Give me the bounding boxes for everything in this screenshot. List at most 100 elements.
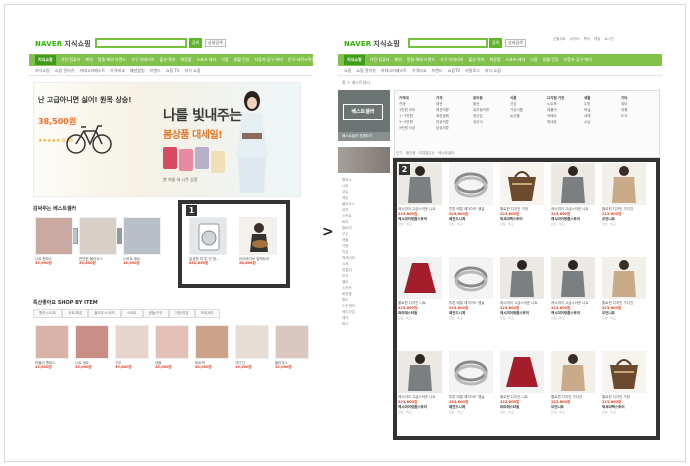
filter-option[interactable]: 남성의류 bbox=[436, 125, 449, 131]
product-card[interactable]: 스커트 세트 18,900원 bbox=[123, 217, 161, 266]
filter-option[interactable]: 5만원 이상 bbox=[399, 125, 415, 131]
nav-item[interactable]: 식품 bbox=[530, 57, 537, 63]
detail-search-button[interactable]: 상세검색 bbox=[205, 39, 226, 47]
nav-item[interactable]: 가전·컴퓨터 bbox=[61, 57, 81, 63]
subnav-item[interactable]: 쇼핑 핫이슈 bbox=[55, 68, 75, 74]
product-price: 54,000원 bbox=[195, 365, 212, 369]
shop-tab[interactable]: 스커트 bbox=[120, 309, 143, 318]
subnav-item[interactable]: 쇼핑 bbox=[344, 68, 351, 74]
clothing-image bbox=[195, 147, 209, 169]
search-input[interactable] bbox=[95, 38, 187, 48]
nav-item[interactable]: 지식쇼핑 bbox=[35, 55, 56, 65]
nav-item[interactable]: 출산·육아 bbox=[159, 57, 175, 63]
product-image[interactable] bbox=[75, 325, 109, 359]
subnav-item[interactable]: 지식쇼핑 bbox=[35, 68, 50, 74]
product-image[interactable] bbox=[155, 325, 189, 359]
sidebar-all-link[interactable]: 베스트셀러 전체보기 bbox=[338, 132, 390, 141]
top-link[interactable]: 로그인 bbox=[604, 37, 614, 42]
naver-logo[interactable]: NAVER 지식쇼핑 bbox=[35, 39, 91, 49]
sidebar-links: 원피스 니트 코트 재킷 블라우스 셔츠 스커트 바지 청바지 구두 샌들 가방 지갑 액세서리 시계 쥬얼리… bbox=[338, 177, 390, 327]
product-image[interactable] bbox=[275, 325, 309, 359]
shop-tab[interactable]: 코트/재킷 bbox=[62, 309, 89, 318]
product-image[interactable] bbox=[79, 217, 117, 255]
subnav-item[interactable]: 카테고리베스트 bbox=[381, 68, 407, 74]
product-image[interactable] bbox=[195, 325, 229, 359]
product-image[interactable] bbox=[35, 217, 73, 255]
shop-item-card[interactable]: 토트백 54,000원 bbox=[195, 325, 229, 370]
product-image[interactable] bbox=[235, 325, 269, 359]
nav-item[interactable]: 출산·육아 bbox=[468, 57, 484, 63]
promo-text: 난 고급아니면 싫어! 원목 상승! bbox=[38, 96, 132, 104]
filter-option[interactable]: 도서 bbox=[621, 113, 627, 119]
nav-item[interactable]: 명품·해외 브랜드 bbox=[407, 57, 435, 63]
product-card[interactable]: 편안한 블라우스 29,800원 bbox=[79, 217, 117, 266]
nav-item[interactable]: 화장품 bbox=[180, 57, 191, 63]
breadcrumb[interactable]: 홈 > 베스트셀러 bbox=[342, 80, 370, 86]
shop-item-card[interactable]: 구두 39,800원 bbox=[115, 325, 149, 370]
nav-item[interactable]: 식품 bbox=[221, 57, 228, 63]
sidebar-ad-image[interactable] bbox=[338, 147, 390, 173]
product-image[interactable] bbox=[123, 217, 161, 255]
filter-option[interactable]: 수납 bbox=[584, 119, 590, 125]
nav-item[interactable]: 생활·건강 bbox=[234, 57, 250, 63]
shop-tab[interactable]: 액세서리 bbox=[194, 309, 220, 318]
nav-item[interactable]: 생활·건강 bbox=[543, 57, 559, 63]
subnav-item[interactable]: 브랜드 bbox=[432, 68, 443, 74]
nav-item[interactable]: 자동차·공구·취미 bbox=[564, 57, 592, 63]
subnav-item[interactable]: 쇼핑 TV bbox=[166, 68, 180, 74]
search-input[interactable] bbox=[408, 38, 488, 48]
shop-tab[interactable]: 샌들/구두 bbox=[142, 309, 169, 318]
subnav-item[interactable]: 카테고리베스트 bbox=[79, 68, 105, 74]
filter-option[interactable]: 농산물 bbox=[510, 113, 523, 119]
top-link[interactable]: 쪽지 bbox=[584, 37, 590, 42]
nav-item[interactable]: 가전·컴퓨터 bbox=[370, 57, 390, 63]
logo-brand: NAVER bbox=[344, 40, 372, 48]
nav-item[interactable]: 가구·인테리어 bbox=[131, 57, 154, 63]
sidebar-link[interactable]: 바디 bbox=[338, 321, 390, 327]
nav-item[interactable]: 자동차·공구·취미 bbox=[255, 57, 283, 63]
subnav-item[interactable]: 쇼핑TV bbox=[448, 68, 461, 74]
search-button[interactable]: 검색 bbox=[189, 38, 202, 48]
filter-option[interactable]: 유아식 bbox=[473, 119, 489, 125]
shop-item-card[interactable]: 러블리 원피스 24,800원 bbox=[35, 325, 69, 370]
subnav-item[interactable]: 가격비교 bbox=[110, 68, 125, 74]
shop-tab[interactable]: 원피스/니트 bbox=[33, 309, 63, 318]
nav-item[interactable]: 명품·해외 브랜드 bbox=[98, 57, 126, 63]
main-banner[interactable]: 난 고급아니면 싫어! 원목 상승! 38,500원 ★★★★★ 8.55 나를… bbox=[33, 82, 301, 244]
shop-item-card[interactable]: 샌들 28,000원 bbox=[155, 325, 189, 370]
nav-item[interactable]: 가구·인테리어 bbox=[440, 57, 463, 63]
subnav-item[interactable]: 지식 쇼핑 bbox=[185, 68, 201, 74]
bestseller-panel[interactable]: 베스트셀러 bbox=[338, 90, 390, 132]
top-link[interactable]: 네이버 bbox=[570, 37, 580, 42]
product-price: 28,000원 bbox=[155, 365, 172, 369]
filter-column: 생활 주방 욕실 세제 수납 bbox=[584, 95, 590, 125]
naver-logo[interactable]: NAVER 지식쇼핑 bbox=[344, 39, 400, 49]
subnav-item[interactable]: 카탈로그 bbox=[465, 68, 480, 74]
subnav-item[interactable]: 쇼핑 핫이슈 bbox=[356, 68, 376, 74]
product-image[interactable] bbox=[115, 325, 149, 359]
nav-item[interactable]: 스포츠·레저 bbox=[506, 57, 526, 63]
nav-item[interactable]: 문구·서적·e쿠폰 bbox=[288, 57, 313, 63]
subnav-item[interactable]: 가격비교 bbox=[412, 68, 427, 74]
subnav-item[interactable]: 지식 쇼핑 bbox=[485, 68, 501, 74]
sort-options[interactable]: 인기 · 할인율 · 리뷰많은순 · 베스트셀러 bbox=[396, 151, 454, 156]
shop-item-card[interactable]: 가디건 19,900원 bbox=[235, 325, 269, 370]
product-card[interactable]: 니트 원피스 35,900원 bbox=[35, 217, 73, 266]
shop-tab[interactable]: 가방/지갑 bbox=[168, 309, 195, 318]
shop-item-card[interactable]: 니트 세트 35,000원 bbox=[75, 325, 109, 370]
shop-tab[interactable]: 블라우스/셔츠 bbox=[88, 309, 121, 318]
detail-search-button[interactable]: 상세검색 bbox=[505, 39, 526, 47]
nav-item[interactable]: 지식쇼핑 bbox=[344, 55, 365, 65]
shop-item-card[interactable]: 블라우스 22,000원 bbox=[275, 325, 309, 370]
search-button[interactable]: 검색 bbox=[489, 38, 502, 48]
nav-item[interactable]: 화장품 bbox=[489, 57, 500, 63]
subnav-item[interactable]: 브랜드 bbox=[150, 68, 161, 74]
nav-item[interactable]: 패션 bbox=[85, 57, 92, 63]
top-link[interactable]: 선물세트 bbox=[553, 37, 566, 42]
top-link[interactable]: 메일 bbox=[594, 37, 600, 42]
nav-item[interactable]: 스포츠·레저 bbox=[197, 57, 217, 63]
product-image[interactable] bbox=[35, 325, 69, 359]
subnav-item[interactable]: 패션칼럼 bbox=[130, 68, 145, 74]
filter-option[interactable]: 휴대폰 bbox=[547, 119, 564, 125]
nav-item[interactable]: 패션 bbox=[394, 57, 401, 63]
